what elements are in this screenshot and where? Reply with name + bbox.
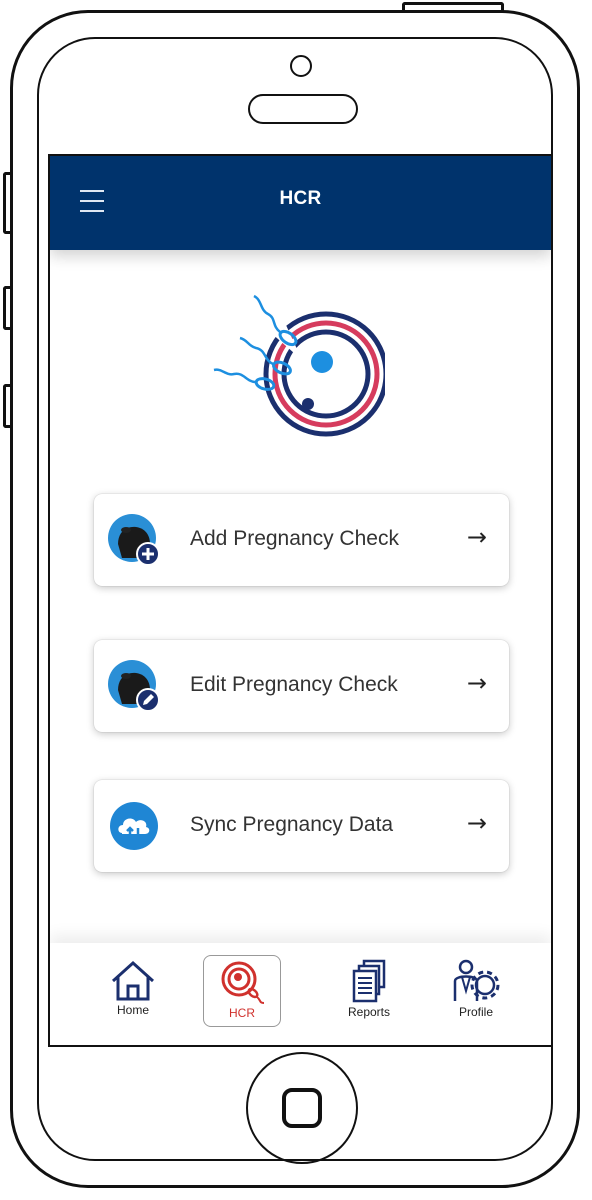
bottom-nav: Home HCR Reports Profile [50,943,551,1045]
arrow-right-icon: → [466,523,487,551]
nav-label: HCR [229,1006,255,1020]
arrow-right-icon: → [466,809,487,837]
home-button-square-icon [282,1088,322,1128]
nav-item-reports[interactable]: Reports [330,955,408,1027]
app-header: HCR [50,156,551,250]
action-label: Sync Pregnancy Data [190,813,394,836]
sync-pregnancy-data-button[interactable]: Sync Pregnancy Data → [94,780,509,872]
hcr-hero-logo-icon [213,294,385,437]
page-title: HCR [279,188,322,209]
edit-pregnancy-check-button[interactable]: Edit Pregnancy Check → [94,640,509,732]
profile-settings-icon [453,959,500,1001]
reports-icon [352,959,386,1003]
nav-label: Reports [347,1005,391,1019]
cow-add-icon [108,514,160,566]
hcr-icon [221,961,265,1004]
action-label: Add Pregnancy Check [190,527,399,550]
home-icon [111,960,155,1001]
nav-item-home[interactable]: Home [94,955,172,1027]
front-camera [290,55,312,77]
cow-edit-icon [108,660,160,712]
action-label: Edit Pregnancy Check [190,673,398,696]
arrow-right-icon: → [466,669,487,697]
cloud-sync-icon [110,802,158,850]
add-pregnancy-check-button[interactable]: Add Pregnancy Check → [94,494,509,586]
earpiece-speaker [248,94,358,124]
nav-item-hcr[interactable]: HCR [203,955,281,1027]
nav-label: Home [116,1003,149,1017]
nav-label: Profile [458,1005,493,1019]
nav-item-profile[interactable]: Profile [437,955,515,1027]
app-screen: HCR Add Pregnancy Check → Edit Pregnancy… [48,154,553,1047]
